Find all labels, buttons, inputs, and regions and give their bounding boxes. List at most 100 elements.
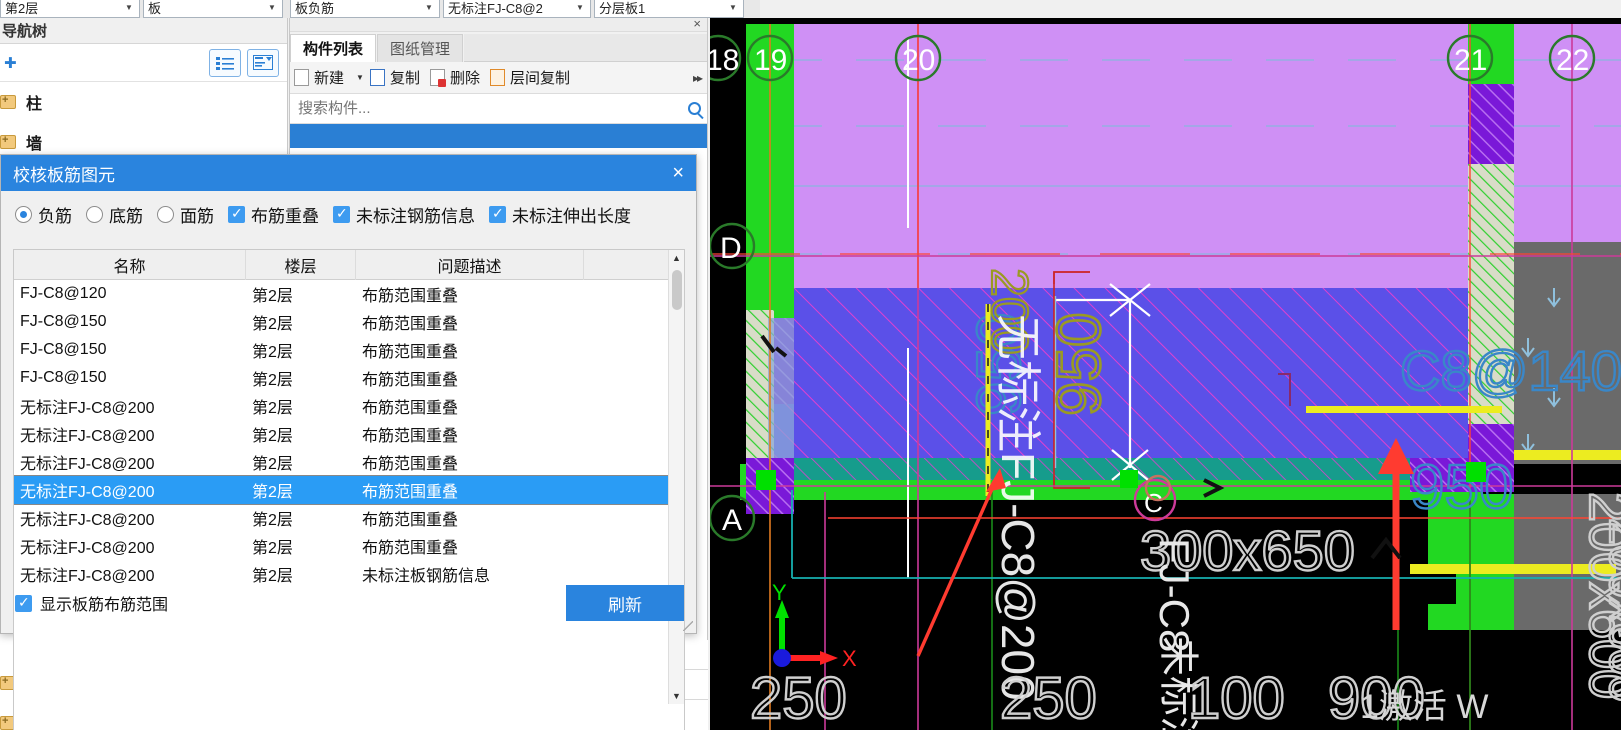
triangle-up-icon[interactable]: ▲ — [669, 250, 684, 266]
cell-name: 无标注FJ-C8@200 — [20, 484, 155, 501]
new-button-label: 新建 — [314, 70, 345, 87]
layer-copy-button-label: 层间复制 — [509, 70, 570, 87]
cell-description: 布筋范围重叠 — [362, 484, 459, 501]
chevron-double-right-icon[interactable]: ▸▸ — [693, 71, 703, 85]
radio-label: 负筋 — [38, 206, 72, 226]
close-icon[interactable]: × — [693, 16, 701, 31]
triangle-down-icon[interactable]: ▼ — [669, 688, 684, 704]
cell-description: 布筋范围重叠 — [362, 288, 459, 305]
chevron-down-icon[interactable]: ▼ — [423, 3, 435, 12]
cell-floor: 第2层 — [252, 428, 293, 445]
cell-description: 布筋范围重叠 — [362, 512, 459, 529]
radio-bottom-rebar[interactable]: 底筋 — [86, 202, 143, 227]
combo-value: 板负筋 — [295, 0, 335, 16]
tree-item-column[interactable]: 柱 — [0, 82, 287, 122]
cell-description: 布筋范围重叠 — [362, 372, 459, 389]
table-row[interactable]: FJ-C8@150 第2层 布筋范围重叠 — [14, 364, 684, 392]
scrollbar-thumb[interactable] — [672, 270, 682, 310]
grip-handle — [1466, 462, 1486, 482]
radio-surface-rebar[interactable]: 面筋 — [157, 202, 214, 227]
cell-name: FJ-C8@150 — [20, 341, 107, 358]
table-row[interactable]: 无标注FJ-C8@200 第2层 布筋范围重叠 — [14, 475, 684, 505]
table-row[interactable]: 无标注FJ-C8@200 第2层 布筋范围重叠 — [14, 448, 684, 476]
chevron-down-icon[interactable]: ▼ — [123, 3, 135, 12]
radio-negative-rebar[interactable]: 负筋 — [15, 202, 72, 227]
chevron-down-icon[interactable]: ▼ — [266, 3, 278, 12]
checkbox-indicator — [333, 205, 350, 223]
svg-text:20: 20 — [902, 44, 935, 77]
combo-value: 第2层 — [5, 0, 39, 16]
grip-handle — [1120, 470, 1138, 488]
detail-view-icon[interactable] — [247, 48, 279, 77]
new-button[interactable]: 新建 — [294, 67, 344, 88]
checkbox-label: 显示板筋布筋范围 — [40, 597, 169, 614]
component-toolbar: 新建 ▼ 复制 删除 层间复制 ▸▸ — [290, 62, 707, 94]
cell-floor: 第2层 — [252, 372, 293, 389]
combo-component[interactable]: 无标注FJ-C8@2 ▼ — [443, 0, 591, 18]
svg-text:Y: Y — [772, 580, 787, 605]
watermark: 1激活 W — [1360, 688, 1488, 726]
delete-icon — [429, 69, 446, 87]
dialog-titlebar[interactable]: 校核板筋图元 × — [1, 155, 696, 191]
issue-list-scrollbar[interactable]: ▲ ▼ — [668, 250, 684, 704]
table-row[interactable]: 无标注FJ-C8@200 第2层 布筋范围重叠 — [14, 392, 684, 420]
combo-element-type[interactable]: 板负筋 ▼ — [290, 0, 440, 18]
rebar-label-c8-140: C8@140 — [1400, 339, 1621, 402]
cell-floor: 第2层 — [252, 316, 293, 333]
component-selected-row[interactable] — [290, 124, 707, 148]
delete-button[interactable]: 删除 — [429, 67, 480, 88]
dim-950-right: 950 — [1410, 453, 1513, 522]
dialog-footer: 显示板筋布筋范围 刷新 — [1, 573, 698, 633]
column-header-name[interactable]: 名称 — [14, 250, 246, 280]
search-input[interactable] — [296, 99, 688, 118]
cell-floor: 第2层 — [252, 540, 293, 557]
checkbox-rebar-overlap[interactable]: 布筋重叠 — [228, 202, 319, 227]
cell-floor: 第2层 — [252, 484, 293, 501]
layer-copy-button[interactable]: 层间复制 — [489, 67, 570, 88]
chevron-down-icon[interactable]: ▼ — [356, 73, 364, 82]
svg-text:19: 19 — [754, 44, 787, 77]
cell-description: 布筋范围重叠 — [362, 540, 459, 557]
combo-category[interactable]: 板 ▼ — [143, 0, 283, 18]
tree-item-label: 墙 — [26, 136, 43, 153]
grip-handle — [756, 470, 776, 490]
tab-label: 图纸管理 — [390, 41, 451, 58]
list-view-icon[interactable] — [209, 48, 241, 77]
close-icon[interactable]: × — [672, 163, 684, 183]
component-search-bar — [290, 94, 707, 124]
table-row[interactable]: FJ-C8@120 第2层 布筋范围重叠 — [14, 280, 684, 308]
copy-button[interactable]: 复制 — [369, 67, 420, 88]
chevron-down-icon[interactable]: ▼ — [574, 3, 586, 12]
search-icon[interactable] — [688, 102, 701, 115]
svg-text:X: X — [842, 646, 857, 671]
combo-layer[interactable]: 分层板1 ▼ — [594, 0, 744, 18]
table-row[interactable]: FJ-C8@150 第2层 布筋范围重叠 — [14, 308, 684, 336]
table-row[interactable]: 无标注FJ-C8@200 第2层 布筋范围重叠 — [14, 420, 684, 448]
add-component-icon[interactable]: ✚ — [4, 54, 17, 72]
combo-floor[interactable]: 第2层 ▼ — [0, 0, 140, 18]
issue-list-header: 名称 楼层 问题描述 — [14, 250, 684, 280]
issue-list-body[interactable]: FJ-C8@120 第2层 布筋范围重叠 FJ-C8@150 第2层 布筋范围重叠 FJ-C… — [14, 280, 684, 704]
dim-250-a: 250 — [750, 666, 847, 730]
checkbox-show-rebar-range[interactable]: 显示板筋布筋范围 — [15, 591, 566, 615]
resize-grip[interactable] — [683, 621, 693, 631]
table-row[interactable]: 无标注FJ-C8@200 第2层 布筋范围重叠 — [14, 532, 684, 560]
table-row[interactable]: FJ-C8@150 第2层 布筋范围重叠 — [14, 336, 684, 364]
table-row[interactable]: 无标注FJ-C8@200 第2层 布筋范围重叠 — [14, 504, 684, 532]
checkbox-unmarked-rebar-info[interactable]: 未标注钢筋信息 — [333, 202, 475, 227]
refresh-button[interactable]: 刷新 — [566, 585, 684, 621]
folder-icon — [0, 133, 16, 149]
tab-component-list[interactable]: 构件列表 — [290, 34, 377, 62]
cell-name: FJ-C8@150 — [20, 369, 107, 386]
cell-floor: 第2层 — [252, 512, 293, 529]
chevron-down-icon[interactable]: ▼ — [727, 3, 739, 12]
checkbox-unmarked-extension[interactable]: 未标注伸出长度 — [489, 202, 631, 227]
cell-name: FJ-C8@150 — [20, 313, 107, 330]
radio-indicator — [15, 205, 32, 223]
column-header-desc[interactable]: 问题描述 — [356, 250, 584, 280]
cell-name: 无标注FJ-C8@200 — [20, 428, 155, 445]
cad-canvas[interactable]: 950 950 950 C8@140 200 无标注FJ-C8@200 18 1… — [710, 18, 1621, 730]
column-header-floor[interactable]: 楼层 — [246, 250, 356, 280]
radio-indicator — [86, 205, 103, 223]
tab-drawing-management[interactable]: 图纸管理 — [377, 34, 464, 62]
